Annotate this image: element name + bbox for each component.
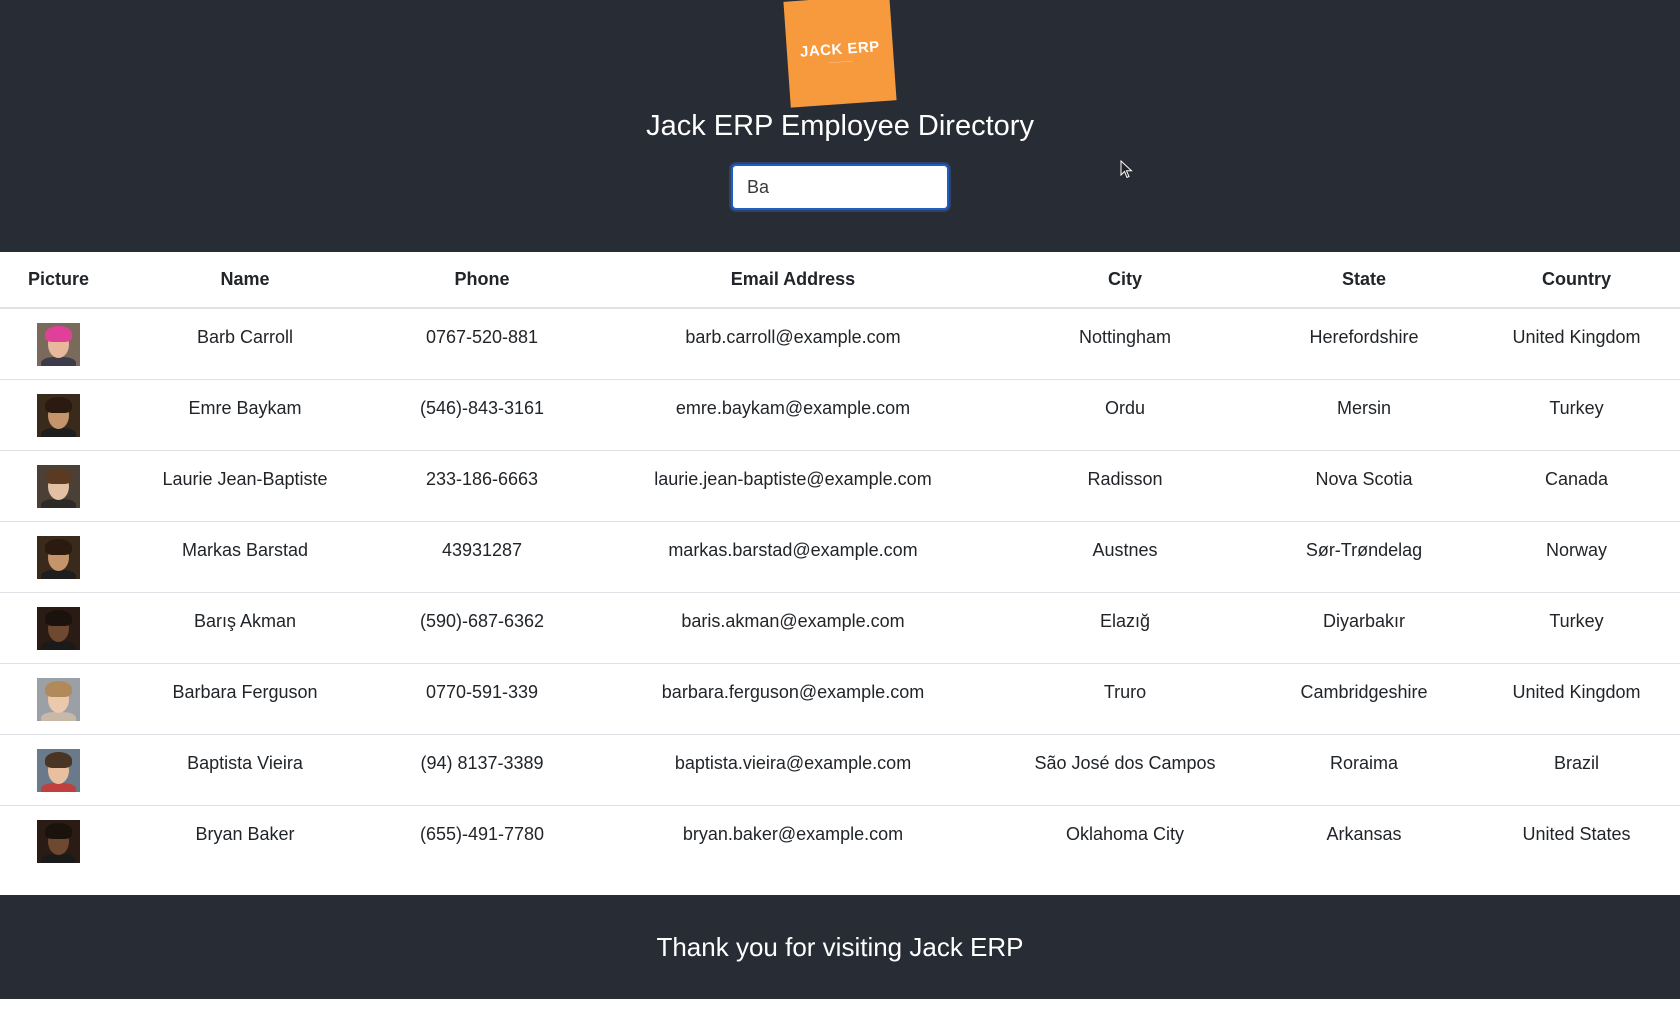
email-cell: barbara.ferguson@example.com	[591, 663, 995, 735]
city-cell: Radisson	[995, 450, 1255, 522]
page: JACK ERP —————— Jack ERP Employee Direct…	[0, 0, 1680, 1034]
picture-cell	[0, 521, 117, 593]
search-input[interactable]	[731, 164, 949, 210]
country-cell: Brazil	[1473, 734, 1680, 806]
phone-cell: 233-186-6663	[373, 450, 591, 522]
employee-photo	[37, 393, 80, 437]
employee-photo	[37, 464, 80, 508]
name-cell: Markas Barstad	[117, 521, 373, 593]
employee-photo	[37, 323, 80, 366]
country-cell: United Kingdom	[1473, 308, 1680, 380]
name-cell: Laurie Jean-Baptiste	[117, 450, 373, 522]
country-cell: Turkey	[1473, 592, 1680, 664]
phone-cell: 0770-591-339	[373, 663, 591, 735]
state-cell: Mersin	[1255, 379, 1473, 451]
column-header-email[interactable]: Email Address	[591, 252, 995, 309]
phone-cell: (655)-491-7780	[419, 823, 545, 844]
state-cell: Nova Scotia	[1255, 450, 1473, 522]
employee-table-container: Picture Name Phone Email Address City St…	[0, 252, 1680, 876]
email-cell: laurie.jean-baptiste@example.com	[591, 450, 995, 522]
name-cell: Barb Carroll	[117, 308, 373, 380]
employee-photo	[37, 748, 80, 792]
table-header-row: Picture Name Phone Email Address City St…	[0, 252, 1680, 309]
phone-cell: (546)-843-3161	[373, 379, 591, 451]
city-cell: Elazığ	[995, 592, 1255, 664]
name-cell: Bryan Baker	[195, 823, 295, 844]
picture-cell	[0, 308, 117, 380]
country-cell: United States	[1522, 823, 1631, 844]
page-title: Jack ERP Employee Directory	[646, 110, 1034, 142]
table-row: Bryan Baker (655)-491-7780 bryan.baker@e…	[0, 805, 1680, 876]
city-cell: Truro	[995, 663, 1255, 735]
logo-text: JACK ERP	[799, 38, 881, 61]
picture-cell	[0, 663, 117, 735]
column-header-name[interactable]: Name	[117, 252, 373, 309]
email-cell: bryan.baker@example.com	[682, 823, 904, 844]
phone-cell: (94) 8137-3389	[373, 734, 591, 806]
phone-cell: (590)-687-6362	[373, 592, 591, 664]
state-cell: Cambridgeshire	[1255, 663, 1473, 735]
state-cell: Arkansas	[1326, 823, 1402, 844]
table-row: Baptista Vieira (94) 8137-3389 baptista.…	[0, 734, 1680, 806]
picture-cell	[0, 450, 117, 522]
email-cell: baris.akman@example.com	[591, 592, 995, 664]
table-row: Markas Barstad 43931287 markas.barstad@e…	[0, 521, 1680, 593]
employee-photo	[37, 535, 80, 579]
employee-photo	[37, 819, 80, 863]
column-header-phone[interactable]: Phone	[373, 252, 591, 309]
email-cell: markas.barstad@example.com	[591, 521, 995, 593]
picture-cell	[0, 734, 117, 806]
name-cell: Barış Akman	[117, 592, 373, 664]
table-row: Emre Baykam (546)-843-3161 emre.baykam@e…	[0, 379, 1680, 451]
country-cell: United Kingdom	[1473, 663, 1680, 735]
country-cell: Canada	[1473, 450, 1680, 522]
column-header-picture[interactable]: Picture	[0, 252, 117, 309]
table-row: Barış Akman (590)-687-6362 baris.akman@e…	[0, 592, 1680, 664]
city-cell: Austnes	[995, 521, 1255, 593]
footer-text: Thank you for visiting Jack ERP	[656, 931, 1024, 962]
phone-cell: 43931287	[373, 521, 591, 593]
name-cell: Barbara Ferguson	[117, 663, 373, 735]
column-header-country[interactable]: Country	[1473, 252, 1680, 309]
table-row: Laurie Jean-Baptiste 233-186-6663 laurie…	[0, 450, 1680, 522]
name-cell: Baptista Vieira	[117, 734, 373, 806]
employee-table: Picture Name Phone Email Address City St…	[0, 252, 1680, 876]
email-cell: emre.baykam@example.com	[591, 379, 995, 451]
footer: Thank you for visiting Jack ERP	[0, 895, 1680, 999]
state-cell: Sør-Trøndelag	[1255, 521, 1473, 593]
picture-cell	[0, 805, 117, 876]
logo-tagline-mark: ——————	[828, 58, 853, 65]
city-cell: Oklahoma City	[1065, 823, 1185, 844]
email-cell: barb.carroll@example.com	[591, 308, 995, 380]
city-cell: Ordu	[995, 379, 1255, 451]
state-cell: Herefordshire	[1255, 308, 1473, 380]
column-header-city[interactable]: City	[995, 252, 1255, 309]
phone-cell: 0767-520-881	[373, 308, 591, 380]
header: JACK ERP —————— Jack ERP Employee Direct…	[0, 0, 1680, 252]
country-cell: Turkey	[1473, 379, 1680, 451]
state-cell: Roraima	[1255, 734, 1473, 806]
employee-photo	[37, 677, 80, 721]
email-cell: baptista.vieira@example.com	[591, 734, 995, 806]
picture-cell	[0, 379, 117, 451]
country-cell: Norway	[1473, 521, 1680, 593]
table-row: Barb Carroll 0767-520-881 barb.carroll@e…	[0, 308, 1680, 380]
picture-cell	[0, 592, 117, 664]
column-header-state[interactable]: State	[1255, 252, 1473, 309]
city-cell: Nottingham	[995, 308, 1255, 380]
jack-erp-logo: JACK ERP ——————	[783, 0, 897, 108]
mouse-pointer-icon	[1120, 160, 1133, 179]
table-row: Barbara Ferguson 0770-591-339 barbara.fe…	[0, 663, 1680, 735]
name-cell: Emre Baykam	[117, 379, 373, 451]
employee-photo	[37, 606, 80, 650]
state-cell: Diyarbakır	[1255, 592, 1473, 664]
city-cell: São José dos Campos	[995, 734, 1255, 806]
